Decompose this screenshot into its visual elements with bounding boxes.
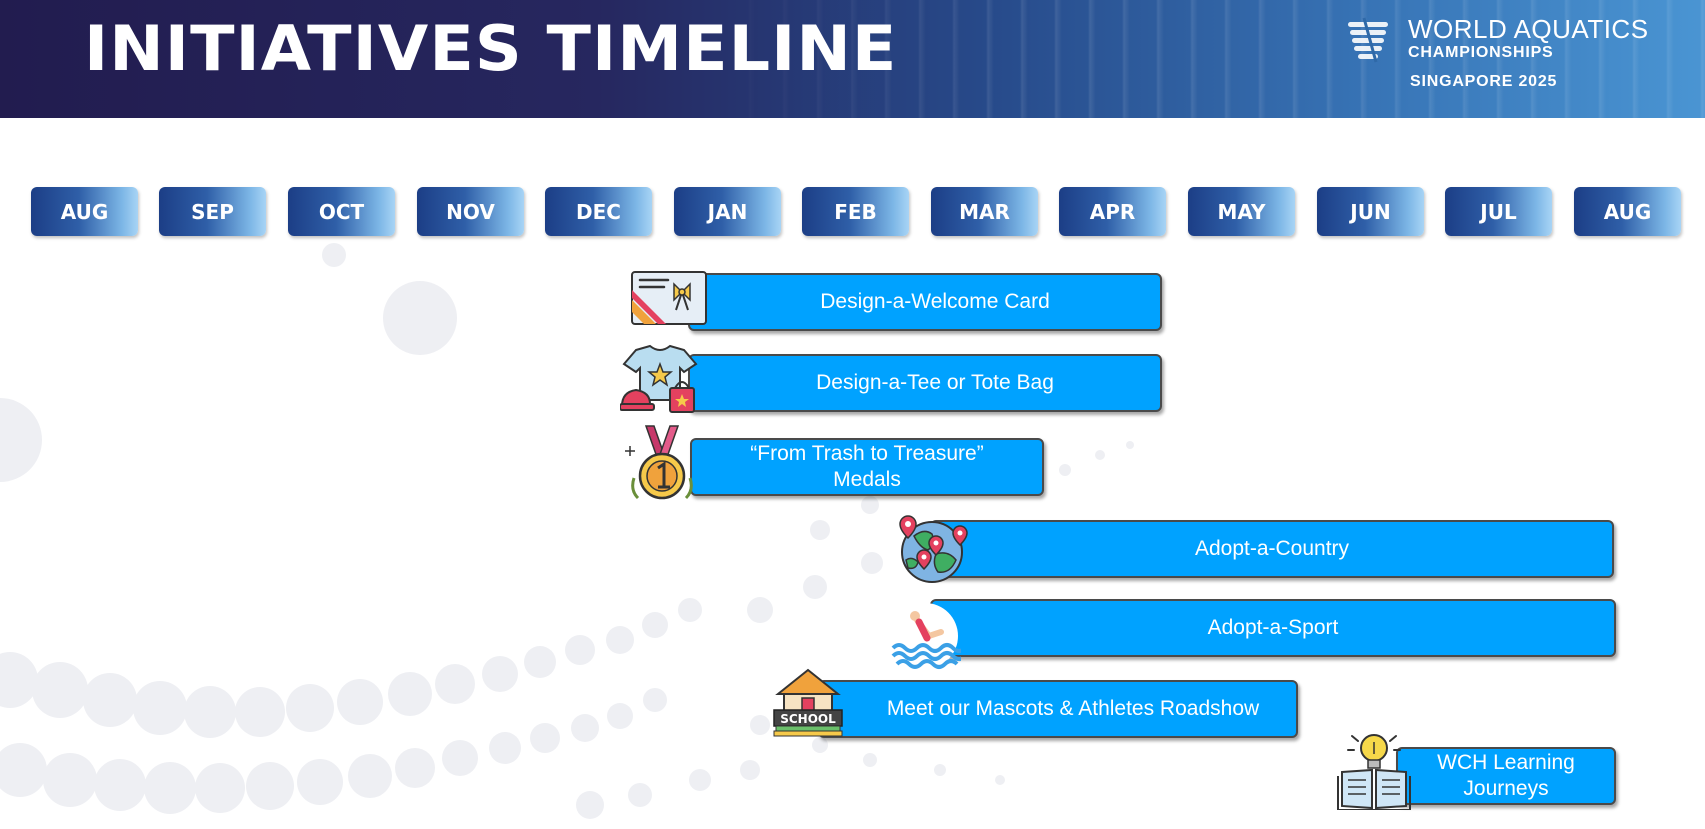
championships-emblem-icon xyxy=(1348,17,1388,63)
month-apr: APR xyxy=(1059,187,1166,236)
month-jul: JUL xyxy=(1445,187,1552,236)
month-label: JAN xyxy=(707,199,748,224)
school-building-icon: SCHOOL xyxy=(773,668,843,737)
month-mar: MAR xyxy=(931,187,1038,236)
initiative-label: Meet our Mascots & Athletes Roadshow xyxy=(886,697,1260,720)
tee-and-tote-icon xyxy=(620,344,698,413)
medal-icon xyxy=(625,425,693,500)
svg-text:SCHOOL: SCHOOL xyxy=(780,712,836,726)
page-title: INITIATIVES TIMELINE xyxy=(84,12,898,85)
month-nov: NOV xyxy=(417,187,524,236)
month-label: DEC xyxy=(576,199,621,224)
month-label: AUG xyxy=(60,199,109,224)
month-feb: FEB xyxy=(802,187,909,236)
initiative-design-a-tee-or-tote-bag: Design-a-Tee or Tote Bag xyxy=(688,354,1162,412)
month-label: OCT xyxy=(318,199,365,224)
greeting-card-icon xyxy=(631,271,707,325)
month-label: APR xyxy=(1089,199,1136,224)
month-sep: SEP xyxy=(159,187,266,236)
initiative-label: “From Trash to Treasure” Medals xyxy=(750,442,984,491)
month-label: MAR xyxy=(959,199,1010,224)
initiative-label: Design-a-Tee or Tote Bag xyxy=(816,371,1054,394)
initiative-label: Design-a-Welcome Card xyxy=(820,290,1050,313)
month-label: FEB xyxy=(834,199,877,224)
logo-line-world-aquatics: WORLD AQUATICS xyxy=(1408,14,1649,44)
logo-line-singapore-2025: SINGAPORE 2025 xyxy=(1410,73,1558,90)
month-label: SEP xyxy=(191,199,234,224)
month-label: JUN xyxy=(1350,199,1391,224)
swimmer-icon xyxy=(891,603,961,669)
month-label: NOV xyxy=(446,199,495,224)
initiative-adopt-a-country: Adopt-a-Country xyxy=(930,520,1614,578)
book-lightbulb-icon xyxy=(1337,734,1411,810)
month-aug-end: AUG xyxy=(1574,187,1681,236)
initiative-trash-to-treasure-medals: “From Trash to Treasure” Medals xyxy=(690,438,1044,496)
initiative-meet-mascots-athletes-roadshow: Meet our Mascots & Athletes Roadshow xyxy=(818,680,1298,738)
globe-map-pins-icon xyxy=(899,515,968,583)
world-aquatics-logo: WORLD AQUATICS CHAMPIONSHIPS SINGAPORE 2… xyxy=(1344,14,1694,94)
month-label: MAY xyxy=(1217,199,1266,224)
initiative-design-a-welcome-card: Design-a-Welcome Card xyxy=(688,273,1162,331)
initiative-label: Adopt-a-Sport xyxy=(1207,616,1339,639)
month-label: AUG xyxy=(1603,199,1652,224)
month-jan: JAN xyxy=(674,187,781,236)
month-jun: JUN xyxy=(1317,187,1424,236)
month-row: AUG SEP OCT NOV DEC JAN FEB MAR APR MAY … xyxy=(0,187,1705,237)
logo-line-championships: CHAMPIONSHIPS xyxy=(1408,44,1554,61)
month-aug-start: AUG xyxy=(31,187,138,236)
initiative-label: WCH Learning Journeys xyxy=(1437,751,1575,800)
header-banner: INITIATIVES TIMELINE WORLD AQUATICS CHAM… xyxy=(0,0,1705,118)
month-oct: OCT xyxy=(288,187,395,236)
initiative-label: Adopt-a-Country xyxy=(1194,537,1350,560)
initiative-wch-learning-journeys: WCH Learning Journeys xyxy=(1396,747,1616,805)
initiative-adopt-a-sport: Adopt-a-Sport xyxy=(930,599,1616,657)
month-may: MAY xyxy=(1188,187,1295,236)
month-label: JUL xyxy=(1480,199,1517,224)
month-dec: DEC xyxy=(545,187,652,236)
